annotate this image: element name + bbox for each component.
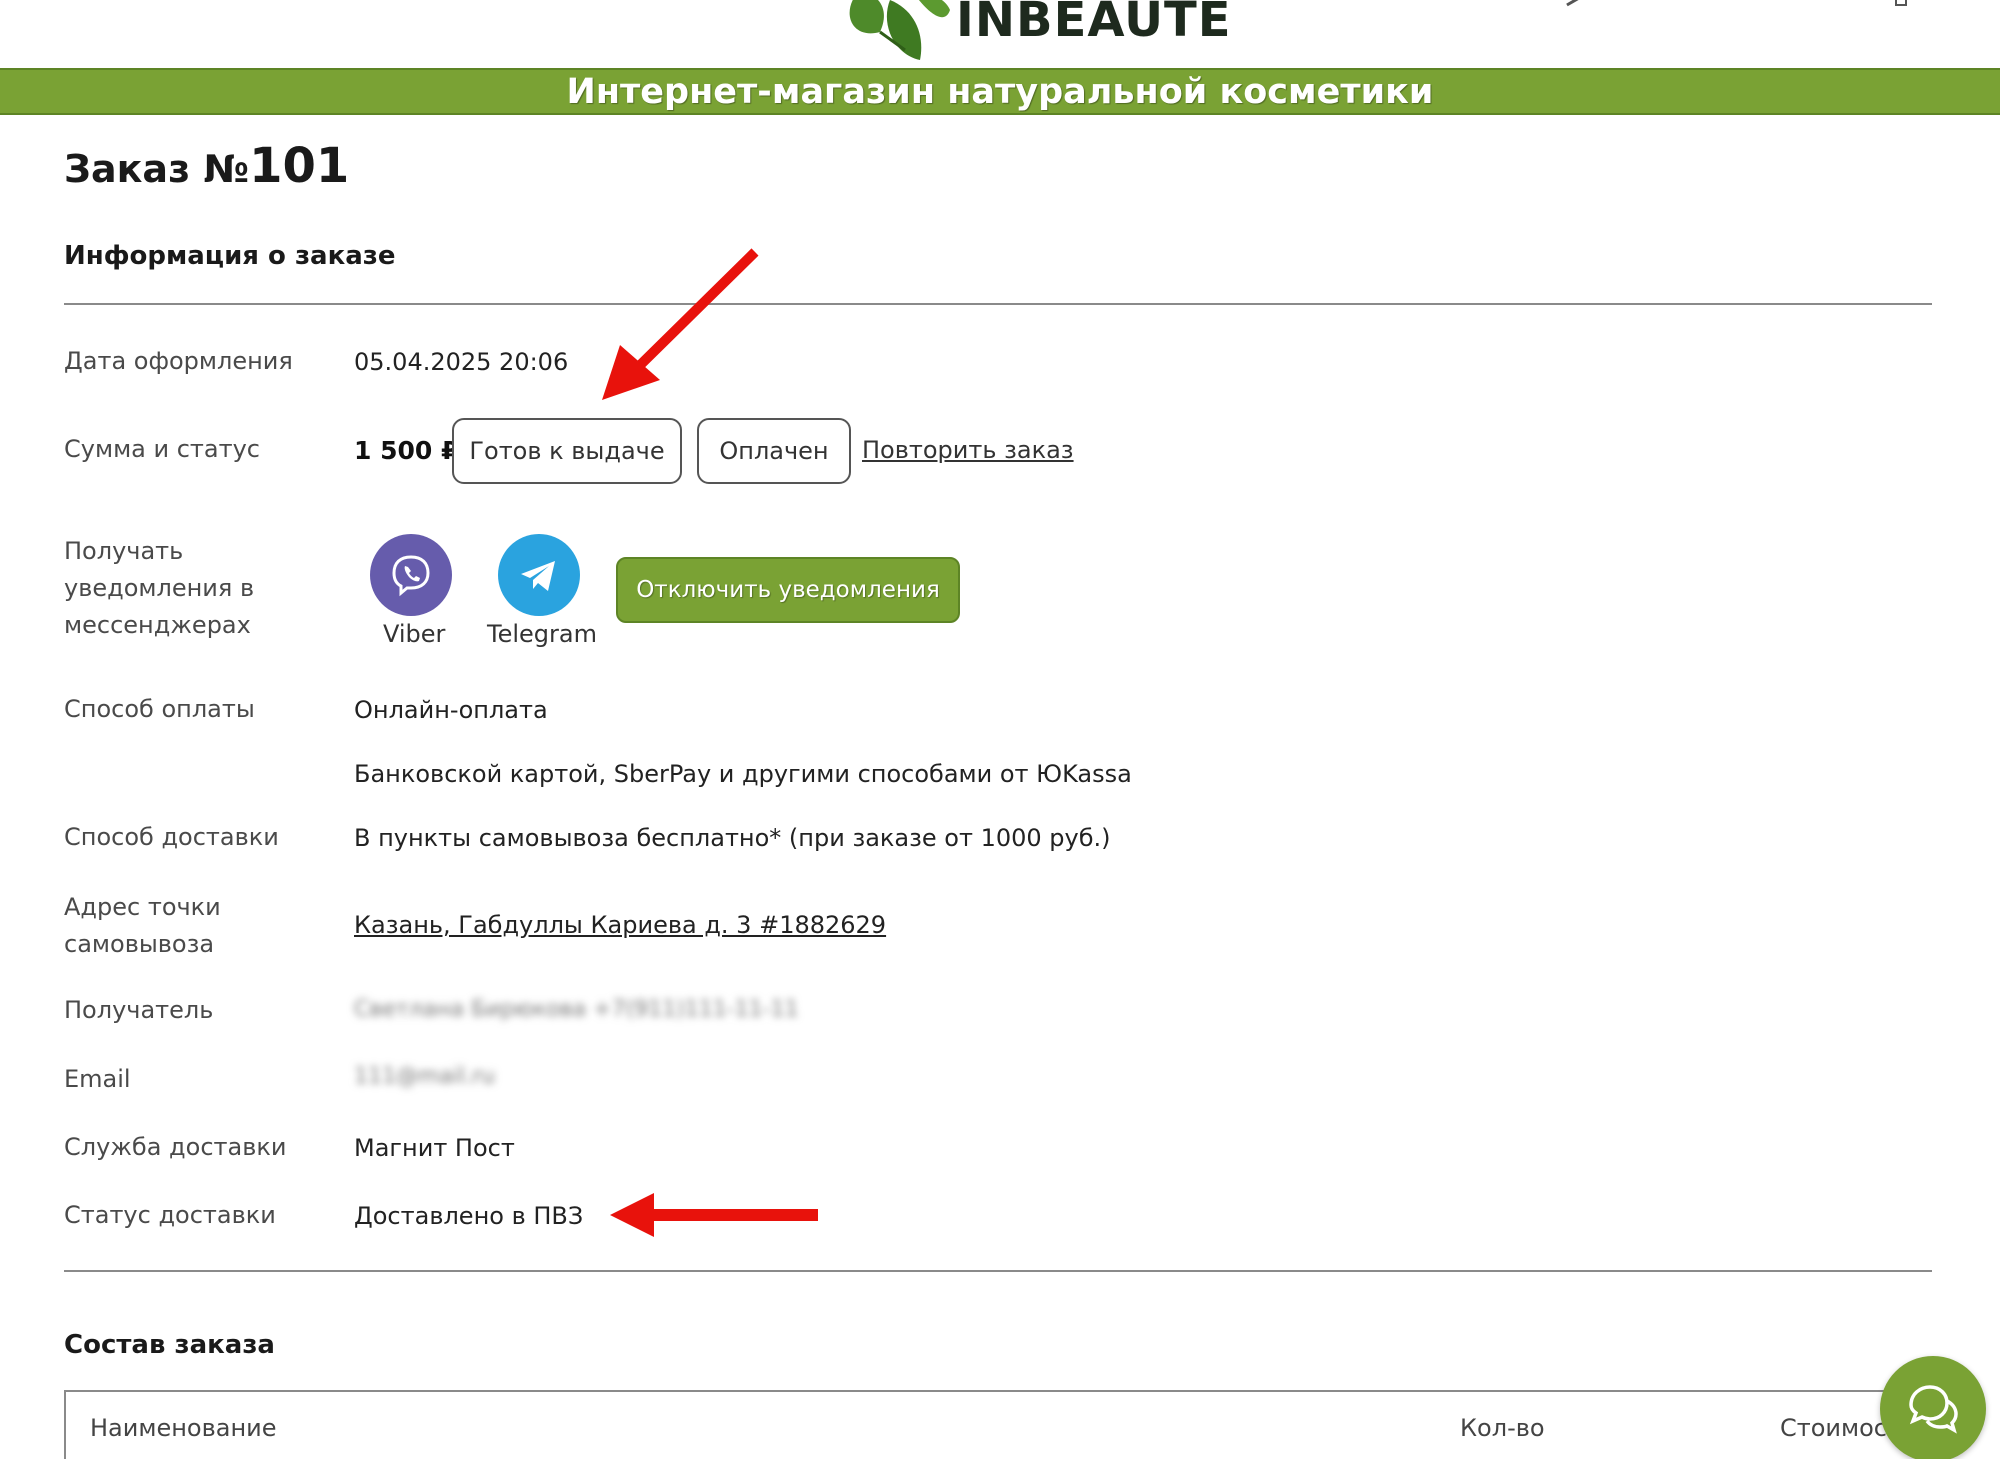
divider bbox=[64, 303, 1932, 305]
divider bbox=[64, 1270, 1932, 1272]
viber-phone-icon bbox=[392, 555, 430, 597]
order-info-heading: Информация о заказе bbox=[64, 241, 396, 271]
telegram-label[interactable]: Telegram bbox=[487, 620, 597, 648]
recipient-value: Светлана Бирюкова +7(911)111-11-11 bbox=[354, 997, 799, 1022]
date-value: 05.04.2025 20:06 bbox=[354, 348, 569, 376]
viber-icon[interactable] bbox=[370, 534, 452, 616]
delivery-service-value: Магнит Пост bbox=[354, 1134, 515, 1162]
order-number: 101 bbox=[249, 138, 350, 194]
order-price: 1 500 ₽ bbox=[354, 436, 459, 465]
order-composition-heading: Состав заказа bbox=[64, 1330, 275, 1360]
banner-text: Интернет-магазин натуральной косметики bbox=[566, 71, 1434, 112]
column-header-qty: Кол-во bbox=[1460, 1414, 1545, 1442]
payment-detail: Банковской картой, SberPay и другими спо… bbox=[354, 760, 1132, 788]
annotation-arrow-icon bbox=[610, 1193, 818, 1237]
payment-label: Способ оплаты bbox=[64, 695, 255, 723]
order-items-table bbox=[64, 1390, 1944, 1459]
viber-label[interactable]: Viber bbox=[383, 620, 445, 648]
status-ready-badge[interactable]: Готов к выдаче bbox=[452, 418, 682, 484]
payment-value: Онлайн-оплата bbox=[354, 696, 548, 724]
telegram-plane-icon bbox=[521, 561, 555, 591]
recipient-label: Получатель bbox=[64, 996, 214, 1024]
sum-status-label: Сумма и статус bbox=[64, 435, 260, 463]
delivery-method-value: В пункты самовывоза бесплатно* (при зака… bbox=[354, 824, 1111, 852]
disable-notifications-button[interactable]: Отключить уведомления bbox=[616, 557, 960, 623]
page-title: Заказ №101 bbox=[64, 138, 349, 194]
header-icon-fragment bbox=[1895, 0, 1907, 6]
chat-button[interactable] bbox=[1880, 1356, 1986, 1459]
annotation-arrow-icon bbox=[602, 248, 759, 400]
header-nav-fragment bbox=[1566, 0, 1580, 7]
delivery-method-label: Способ доставки bbox=[64, 823, 279, 851]
delivery-service-label: Служба доставки bbox=[64, 1133, 287, 1161]
delivery-status-label: Статус доставки bbox=[64, 1201, 276, 1229]
chat-bubbles-icon bbox=[1909, 1385, 1958, 1434]
promo-banner: Интернет-магазин натуральной косметики bbox=[0, 68, 2000, 115]
date-label: Дата оформления bbox=[64, 347, 293, 375]
pickup-address-label: Адрес точки самовывоза bbox=[64, 893, 221, 958]
column-header-name: Наименование bbox=[90, 1414, 277, 1442]
repeat-order-link[interactable]: Повторить заказ bbox=[862, 436, 1074, 464]
notify-label: Получать уведомления в мессенджерах bbox=[64, 537, 255, 639]
telegram-icon[interactable] bbox=[498, 534, 580, 616]
email-label: Email bbox=[64, 1065, 131, 1093]
email-value: 111@mail.ru bbox=[354, 1064, 496, 1089]
site-header: INBEAUTE bbox=[0, 0, 2000, 68]
status-paid-badge[interactable]: Оплачен bbox=[697, 418, 851, 484]
pickup-address-link[interactable]: Казань, Габдуллы Кариева д. 3 #1882629 bbox=[354, 911, 886, 939]
logo-text[interactable]: INBEAUTE bbox=[956, 0, 1232, 44]
delivery-status-value: Доставлено в ПВЗ bbox=[354, 1202, 584, 1230]
order-title-prefix: Заказ № bbox=[64, 147, 250, 191]
